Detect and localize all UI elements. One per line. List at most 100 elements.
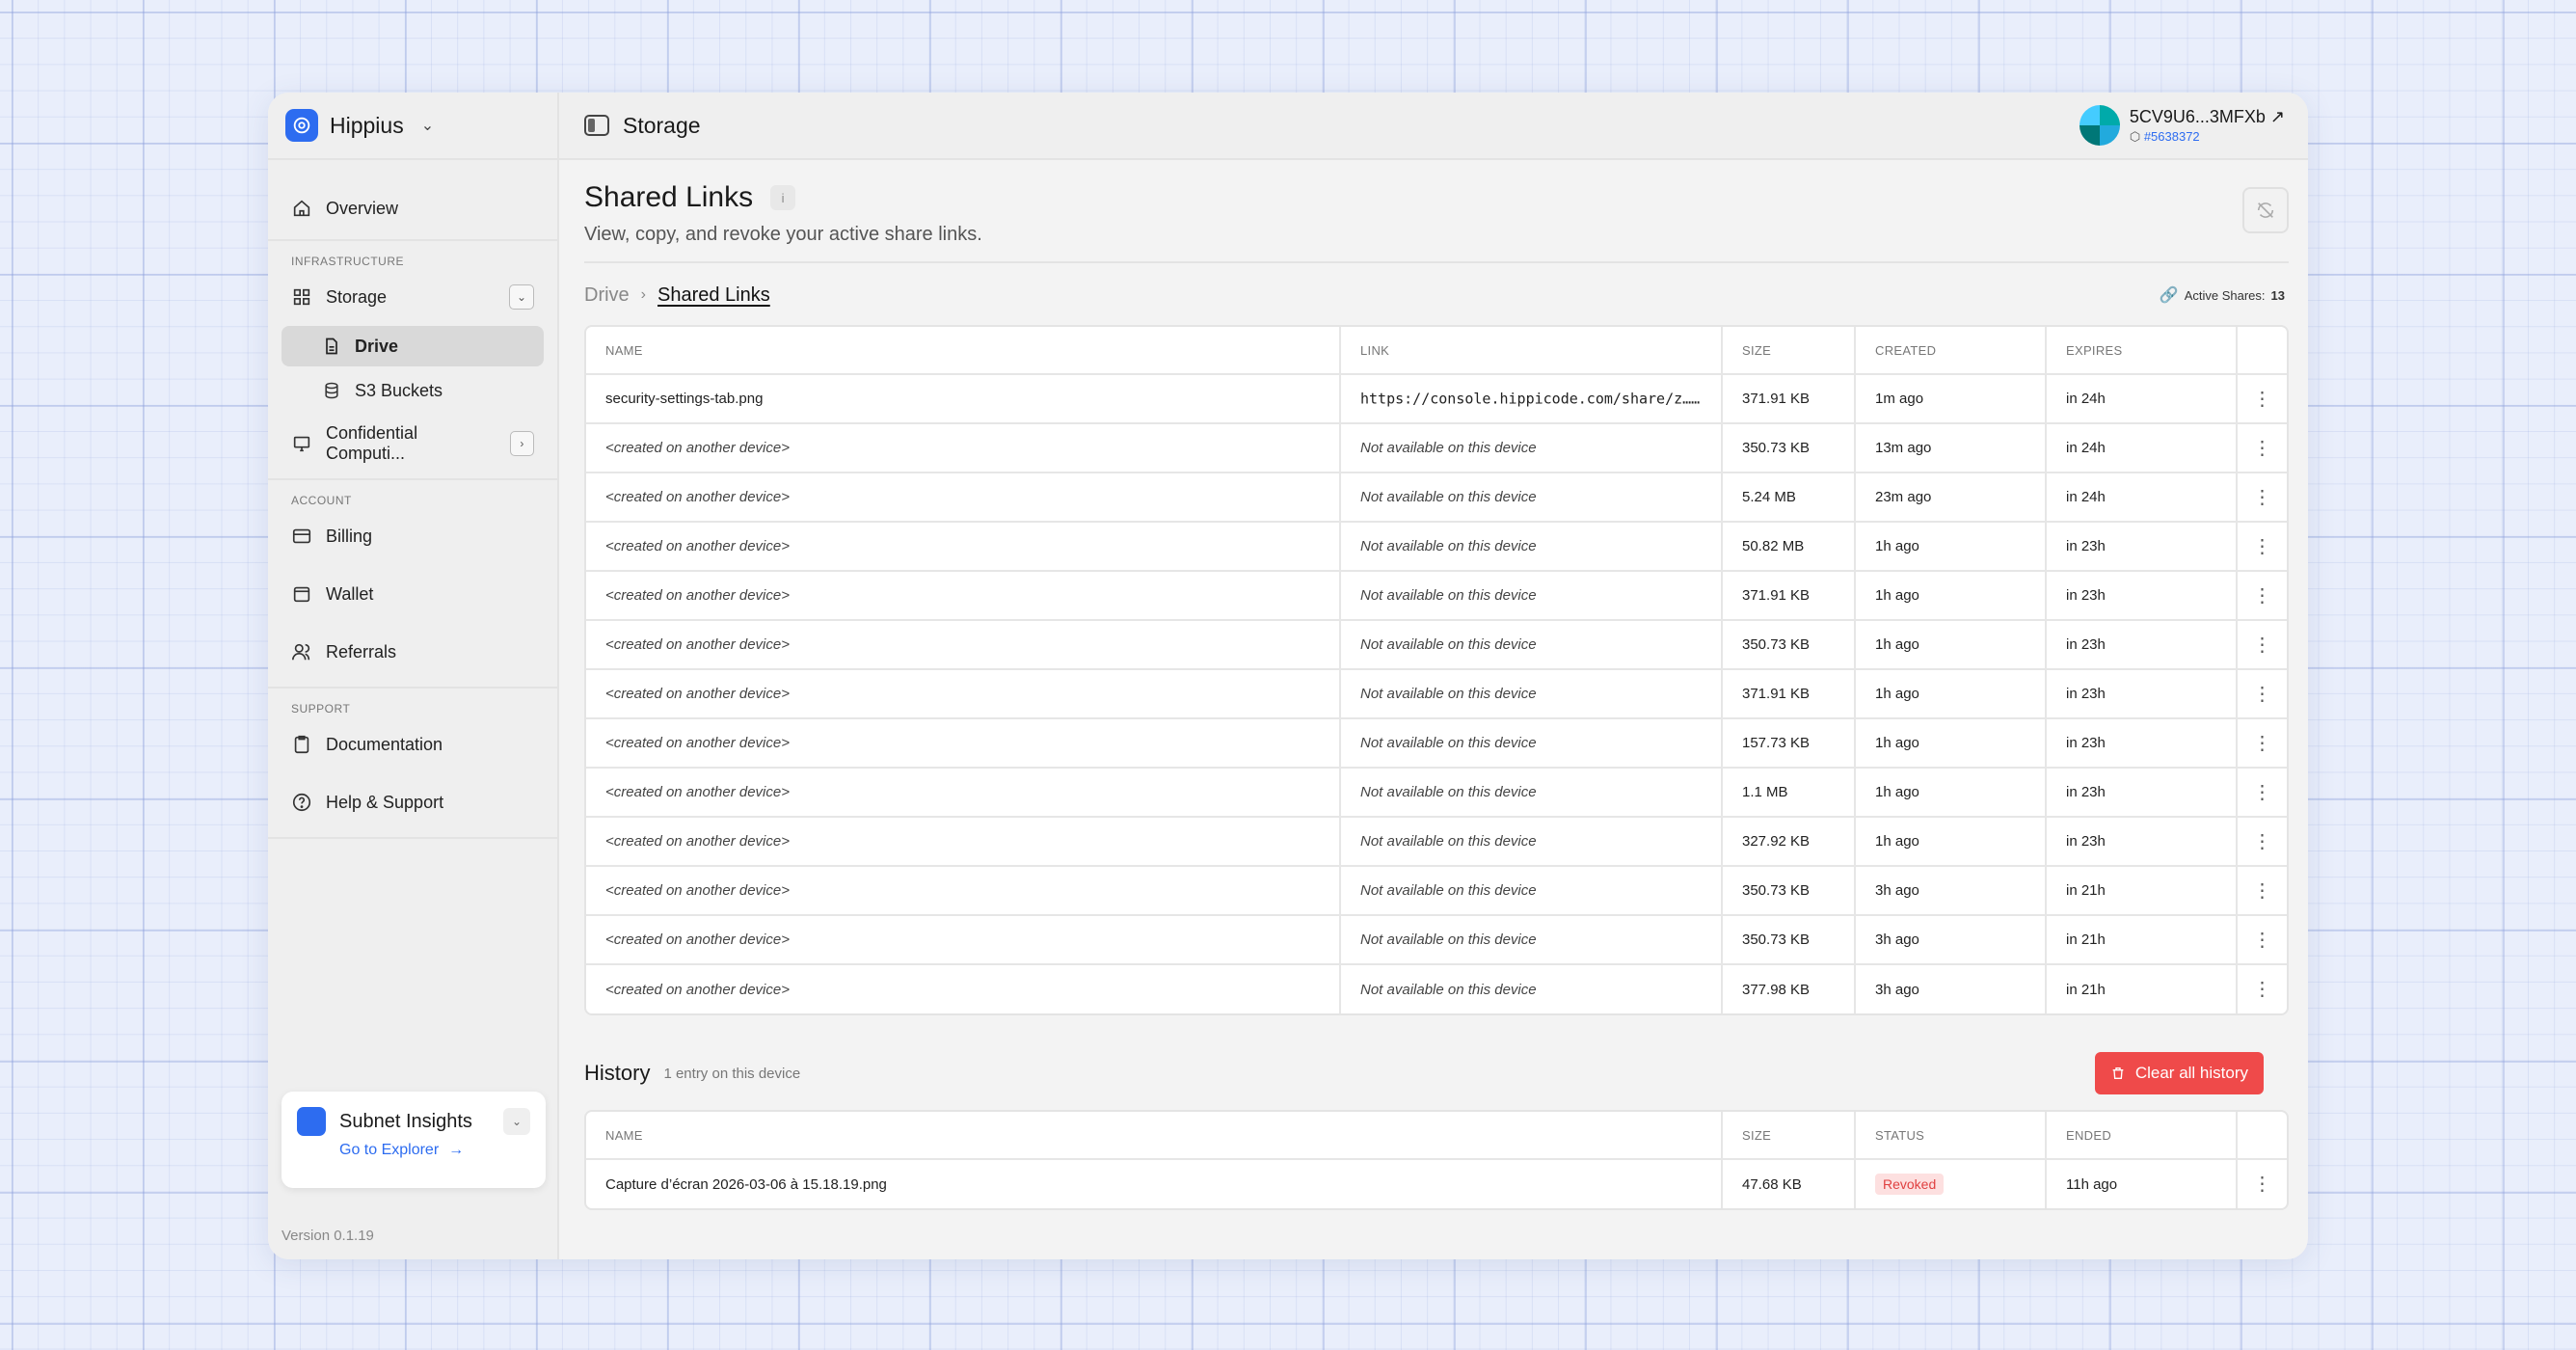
share-link-text: Not available on this device xyxy=(1360,538,1537,554)
clear-all-history-button[interactable]: Clear all history xyxy=(2094,1052,2264,1094)
history-status: Revoked xyxy=(1855,1159,2047,1208)
table-row[interactable]: <created on another device> Not available… xyxy=(586,669,2287,719)
share-created: 3h ago xyxy=(1855,915,2047,965)
share-name: <created on another device> xyxy=(586,817,1341,867)
go-to-explorer-link[interactable]: Go to Explorer → xyxy=(339,1142,530,1159)
table-row[interactable]: <created on another device> Not available… xyxy=(586,620,2287,670)
row-actions-button[interactable]: ⋮ xyxy=(2237,768,2287,818)
table-row[interactable]: <created on another device> Not available… xyxy=(586,768,2287,818)
monitor-icon xyxy=(293,436,310,452)
share-name: <created on another device> xyxy=(586,472,1341,523)
share-size: 350.73 KB xyxy=(1722,915,1856,965)
subnet-insights-card: Subnet Insights ⌄ Go to Explorer → xyxy=(282,1092,546,1188)
table-row[interactable]: <created on another device> Not available… xyxy=(586,718,2287,769)
column-header-size: SIZE xyxy=(1722,327,1856,375)
sidebar-item-s3-buckets[interactable]: S3 Buckets xyxy=(282,370,544,411)
database-icon xyxy=(325,382,338,399)
share-expires: in 23h xyxy=(2046,571,2238,621)
row-actions-button[interactable]: ⋮ xyxy=(2237,718,2287,769)
share-link: Not available on this device xyxy=(1340,423,1723,473)
section-label-support: SUPPORT xyxy=(291,702,351,716)
sidebar-item-label: Documentation xyxy=(326,734,443,754)
share-created: 1h ago xyxy=(1855,817,2047,867)
share-created: 1h ago xyxy=(1855,620,2047,670)
table-row[interactable]: <created on another device> Not available… xyxy=(586,571,2287,621)
row-actions-button[interactable]: ⋮ xyxy=(2237,374,2287,424)
row-actions-button[interactable]: ⋮ xyxy=(2237,472,2287,523)
more-vertical-icon: ⋮ xyxy=(2252,979,2272,1000)
sidebar-item-referrals[interactable]: Referrals xyxy=(282,627,544,677)
copy-icon[interactable] xyxy=(1699,390,1714,409)
table-row[interactable]: security-settings-tab.png https://console… xyxy=(586,374,2287,424)
share-created: 1h ago xyxy=(1855,768,2047,818)
external-link-icon[interactable]: ↗ xyxy=(2270,107,2285,126)
info-icon[interactable]: i xyxy=(770,185,796,210)
table-row[interactable]: <created on another device> Not available… xyxy=(586,472,2287,523)
table-row[interactable]: Capture d’écran 2026-03-06 à 15.18.19.pn… xyxy=(586,1159,2287,1208)
row-actions-button[interactable]: ⋮ xyxy=(2237,423,2287,473)
insights-collapse-toggle[interactable]: ⌄ xyxy=(503,1108,530,1135)
topbar: Storage 5CV9U6...3MFXb ↗ ⬡ #5638372 xyxy=(559,93,2308,160)
row-actions-button[interactable]: ⋮ xyxy=(2237,571,2287,621)
table-row[interactable]: <created on another device> Not available… xyxy=(586,817,2287,867)
storage-collapse-toggle[interactable]: ⌄ xyxy=(509,284,534,310)
cube-icon: ⬡ xyxy=(2129,128,2141,144)
table-row[interactable]: <created on another device> Not available… xyxy=(586,423,2287,473)
row-actions-button[interactable]: ⋮ xyxy=(2237,1159,2287,1208)
table-row[interactable]: <created on another device> Not available… xyxy=(586,522,2287,572)
sidebar-item-storage[interactable]: Storage ⌄ xyxy=(282,272,544,322)
sidebar-item-confidential-computing[interactable]: Confidential Computi... › xyxy=(282,418,544,469)
confidential-expand-toggle[interactable]: › xyxy=(509,431,534,456)
share-name: <created on another device> xyxy=(586,522,1341,572)
sidebar-item-wallet[interactable]: Wallet xyxy=(282,569,544,619)
share-link-text: Not available on this device xyxy=(1360,981,1537,998)
wallet-icon xyxy=(293,586,310,603)
history-title: History xyxy=(584,1061,651,1085)
active-shares-count: 🔗 Active Shares: 13 xyxy=(2159,287,2285,304)
table-row[interactable]: <created on another device> Not available… xyxy=(586,915,2287,965)
sidebar-toggle-icon[interactable] xyxy=(584,115,609,136)
share-name: <created on another device> xyxy=(586,718,1341,769)
sidebar-item-billing[interactable]: Billing xyxy=(282,511,544,561)
table-row[interactable]: <created on another device> Not available… xyxy=(586,964,2287,1013)
share-expires: in 21h xyxy=(2046,866,2238,916)
history-ended: 11h ago xyxy=(2046,1159,2238,1208)
sidebar-item-overview[interactable]: Overview xyxy=(282,183,544,233)
table-row[interactable]: <created on another device> Not available… xyxy=(586,866,2287,916)
share-link: Not available on this device xyxy=(1340,817,1723,867)
sidebar-item-label: Wallet xyxy=(326,583,374,604)
row-actions-button[interactable]: ⋮ xyxy=(2237,915,2287,965)
account-menu[interactable]: 5CV9U6...3MFXb ↗ ⬡ #5638372 xyxy=(2079,105,2285,146)
share-link: Not available on this device xyxy=(1340,620,1723,670)
breadcrumb-drive[interactable]: Drive xyxy=(584,284,630,307)
sidebar-item-label: S3 Buckets xyxy=(355,380,443,400)
history-header: History 1 entry on this device Clear all… xyxy=(559,1052,2289,1094)
explorer-link-label: Go to Explorer xyxy=(339,1142,440,1158)
share-link[interactable]: https://console.hippicode.com/share/z… xyxy=(1340,374,1723,424)
main-content: Storage 5CV9U6...3MFXb ↗ ⬡ #5638372 Shar… xyxy=(559,93,2308,1259)
brand-switcher[interactable]: Hippius ⌄ xyxy=(268,93,557,160)
share-expires: in 21h xyxy=(2046,964,2238,1013)
sidebar-item-drive[interactable]: Drive xyxy=(282,326,544,366)
section-label-infrastructure: INFRASTRUCTURE xyxy=(291,255,404,268)
share-size: 1.1 MB xyxy=(1722,768,1856,818)
row-actions-button[interactable]: ⋮ xyxy=(2237,669,2287,719)
column-header-ended: ENDED xyxy=(2046,1112,2238,1160)
row-actions-button[interactable]: ⋮ xyxy=(2237,866,2287,916)
column-header-status: STATUS xyxy=(1855,1112,2047,1160)
trash-icon xyxy=(2112,1067,2124,1079)
share-size: 350.73 KB xyxy=(1722,866,1856,916)
more-vertical-icon: ⋮ xyxy=(2252,732,2272,754)
refresh-button[interactable] xyxy=(2242,187,2289,233)
share-link: Not available on this device xyxy=(1340,718,1723,769)
row-actions-button[interactable]: ⋮ xyxy=(2237,817,2287,867)
share-link-text: Not available on this device xyxy=(1360,833,1537,850)
sidebar-item-documentation[interactable]: Documentation xyxy=(282,719,544,770)
row-actions-button[interactable]: ⋮ xyxy=(2237,620,2287,670)
share-size: 371.91 KB xyxy=(1722,374,1856,424)
account-address: 5CV9U6...3MFXb xyxy=(2129,106,2266,126)
row-actions-button[interactable]: ⋮ xyxy=(2237,522,2287,572)
sidebar-item-help-support[interactable]: Help & Support xyxy=(282,777,544,827)
share-expires: in 23h xyxy=(2046,522,2238,572)
row-actions-button[interactable]: ⋮ xyxy=(2237,964,2287,1013)
